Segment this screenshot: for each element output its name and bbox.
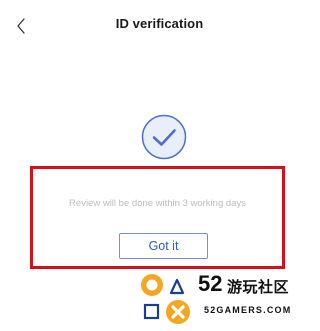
watermark-logo bbox=[141, 274, 190, 324]
review-message: Review will be done within 3 working day… bbox=[69, 198, 246, 209]
top-bar: ID verification bbox=[0, 0, 319, 52]
got-it-button[interactable]: Got it bbox=[119, 233, 208, 259]
page-title: ID verification bbox=[115, 16, 204, 31]
watermark-chinese: 游玩社区 bbox=[227, 278, 290, 296]
check-circle-icon bbox=[141, 114, 187, 160]
watermark-domain: 52GAMERS.COM bbox=[204, 305, 292, 315]
watermark: 52 游玩社区 52GAMERS.COM bbox=[140, 271, 319, 331]
success-indicator bbox=[141, 114, 187, 160]
id-verification-screen: ID verification Review will be done with… bbox=[0, 0, 319, 331]
watermark-number: 52 bbox=[198, 271, 223, 296]
